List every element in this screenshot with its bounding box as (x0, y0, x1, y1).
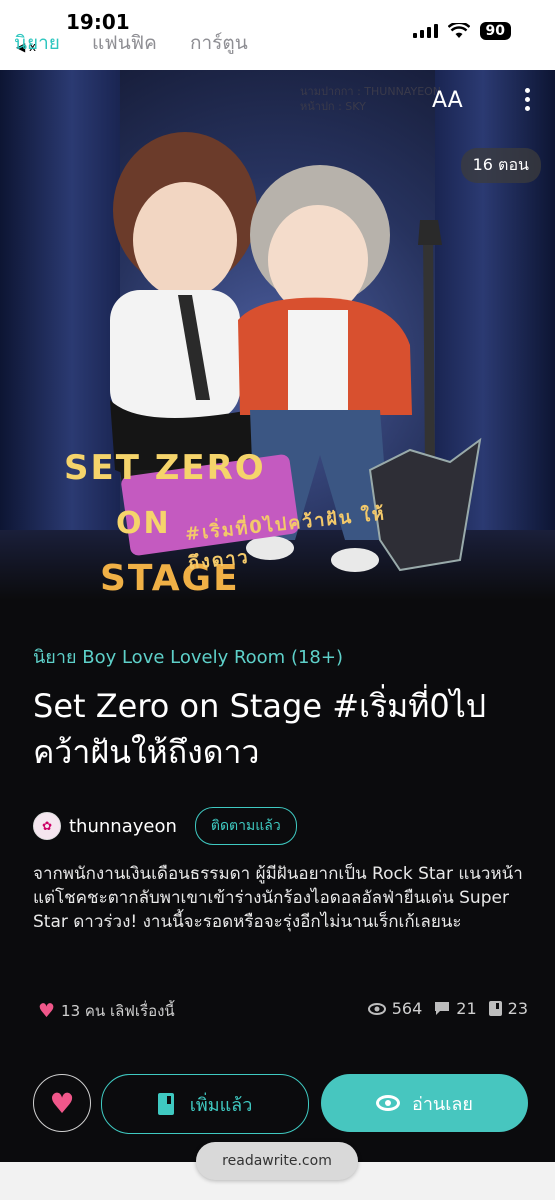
author-avatar[interactable]: ✿ (33, 812, 61, 840)
author-row: ✿ thunnayeon ติดตามแล้ว (33, 807, 297, 845)
add-to-library-button[interactable]: เพิ่มแล้ว (101, 1074, 309, 1134)
cover-title-art: SET ZERO ON STAGE #เริ่มที่0ไปคว้าฝัน ให… (60, 448, 400, 599)
story-category-link[interactable]: นิยาย Boy Love Lovely Room (18+) (33, 642, 343, 671)
likes-row: ♥ 13 คน เลิฟเรื่องนี้ (38, 999, 175, 1023)
signal-icon (412, 24, 438, 38)
status-icons: 90 (412, 22, 511, 40)
likes-count: 13 คน เลิฟเรื่องนี้ (61, 1002, 175, 1020)
read-now-label: อ่านเลย (412, 1093, 473, 1115)
text-size-icon[interactable]: AA (432, 88, 463, 113)
stamp-cover-artist: หน้าปก : SKY (300, 100, 366, 113)
cover-title-thai: #เริ่มที่0ไปคว้าฝัน ให้ถึงดาว (184, 503, 387, 575)
book-icon (488, 1001, 502, 1016)
bookmarks-count: 23 (507, 999, 528, 1018)
story-synopsis: จากพนักงานเงินเดือนธรรมดา ผู้มีฝันอยากเป… (33, 864, 523, 932)
tab-comic[interactable]: การ์ตูน (190, 28, 248, 58)
bookmarks-stat: 23 (488, 999, 528, 1018)
tab-fanfic[interactable]: แฟนฟิค (92, 28, 157, 58)
battery-icon: 90 (479, 22, 511, 40)
stamp-pen-name: นามปากกา : THUNNAYEON (300, 85, 442, 98)
author-name[interactable]: thunnayeon (69, 816, 177, 837)
cover-title-line2: ON (116, 506, 171, 541)
views-count: 564 (391, 999, 423, 1018)
address-bar[interactable]: readawrite.com (196, 1142, 358, 1180)
comments-count: 21 (456, 999, 477, 1018)
book-icon (157, 1093, 174, 1115)
top-bar: 19:01 ◀ x นิยาย แฟนฟิค การ์ตูน 90 (0, 0, 555, 70)
eye-icon (367, 1002, 386, 1015)
read-now-button[interactable]: อ่านเลย (321, 1074, 528, 1132)
comment-icon (435, 1002, 450, 1015)
more-icon[interactable] (520, 88, 534, 115)
wifi-icon (447, 23, 470, 38)
cover-author-stamp: นามปากกา : THUNNAYEON หน้าปก : SKY (300, 84, 441, 114)
heart-icon: ♥ (38, 1000, 56, 1022)
views-stat: 564 (367, 999, 423, 1018)
favorite-button[interactable]: ♥ (33, 1074, 91, 1132)
comments-stat: 21 (434, 999, 477, 1018)
episode-count-badge: 16 ตอน (460, 148, 541, 183)
tab-novel[interactable]: นิยาย (14, 28, 60, 58)
add-to-library-label: เพิ่มแล้ว (189, 1094, 253, 1116)
cover-title-line1: SET ZERO (64, 448, 266, 488)
story-title: Set Zero on Stage #เริ่มที่0ไปคว้าฝันให้… (33, 687, 487, 771)
eye-icon (376, 1095, 401, 1111)
stats-row: 564 21 23 (367, 999, 528, 1018)
cover-image: นามปากกา : THUNNAYEON หน้าปก : SKY AA 16… (0, 70, 555, 600)
heart-icon: ♥ (49, 1086, 75, 1120)
follow-button[interactable]: ติดตามแล้ว (194, 807, 297, 845)
